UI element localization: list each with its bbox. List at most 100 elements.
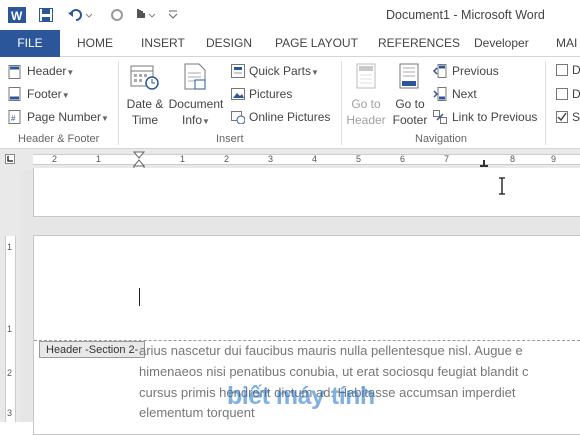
header-button[interactable]: Header▼ <box>27 64 74 78</box>
document-info-label-1: Document <box>168 97 224 111</box>
chevron-down-icon: ▼ <box>202 117 210 126</box>
group-divider <box>545 61 546 145</box>
chevron-down-icon: ▼ <box>311 68 319 77</box>
tab-developer[interactable]: Developer <box>474 30 529 57</box>
ruler-number: 2 <box>52 154 58 164</box>
vruler-number: 1 <box>7 242 13 252</box>
go-to-header-icon[interactable] <box>356 63 378 91</box>
ribbon-tabs: FILE HOME INSERT DESIGN PAGE LAYOUT REFE… <box>0 30 580 57</box>
online-pictures-icon <box>231 110 245 124</box>
page-number-label: Page Number <box>27 110 102 124</box>
group-divider <box>341 61 342 145</box>
option-label-1: D <box>572 63 580 77</box>
ruler-number: 1 <box>96 154 102 164</box>
page-number-icon: # <box>8 110 22 124</box>
go-to-footer-icon[interactable] <box>399 63 421 91</box>
right-tab-marker-icon[interactable] <box>479 159 489 167</box>
document-info-button[interactable]: Document Info▼ <box>168 97 224 127</box>
undo-icon[interactable] <box>68 8 92 22</box>
date-time-button[interactable]: Date & Time <box>125 97 165 127</box>
quick-parts-icon <box>231 64 245 78</box>
group-label-header-footer: Header & Footer <box>18 133 100 145</box>
svg-text:#: # <box>11 114 16 123</box>
chevron-down-icon: ▼ <box>66 68 75 77</box>
tab-insert[interactable]: INSERT <box>141 30 185 57</box>
body-text-line: himenaeos nisi penatibus conubia, ut era… <box>139 364 529 379</box>
touch-mode-icon[interactable] <box>133 7 157 23</box>
chevron-down-icon: ▼ <box>101 114 109 123</box>
ruler-number: 7 <box>444 154 450 164</box>
go-to-header-button[interactable]: Go to Header <box>345 97 387 127</box>
vruler-number: 2 <box>7 368 13 378</box>
tab-selector-icon[interactable] <box>5 154 15 164</box>
ribbon: Header▼ Footer▼ # Page Number▼ Header & … <box>0 57 580 149</box>
option-label-3: S <box>572 110 580 124</box>
word-logo-icon[interactable]: W <box>8 7 26 23</box>
header-icon <box>8 65 22 79</box>
ruler-number: 9 <box>551 154 557 164</box>
group-label-navigation: Navigation <box>415 133 467 145</box>
date-time-label-2: Time <box>131 113 159 127</box>
quick-parts-label: Quick Parts <box>249 64 312 78</box>
go-to-header-label-1: Go to <box>351 97 381 111</box>
tab-design[interactable]: DESIGN <box>206 30 252 57</box>
document-info-icon[interactable] <box>183 63 209 91</box>
ruler-number: 8 <box>510 154 516 164</box>
chevron-down-icon: ▼ <box>61 91 70 100</box>
go-to-footer-button[interactable]: Go to Footer <box>389 97 431 127</box>
next-button[interactable]: Next <box>452 87 477 101</box>
footer-button[interactable]: Footer▼ <box>27 87 70 101</box>
date-time-label-1: Date & <box>126 97 164 111</box>
previous-icon <box>433 64 447 78</box>
tab-page-layout[interactable]: PAGE LAYOUT <box>275 30 358 57</box>
save-icon[interactable] <box>39 8 53 22</box>
svg-text:W: W <box>11 9 23 23</box>
go-to-footer-label-2: Footer <box>392 113 428 127</box>
footer-label: Footer <box>27 87 62 101</box>
document-info-label-2: Info <box>182 113 203 127</box>
title-bar: W Document1 - Microsoft Word <box>0 0 580 30</box>
ruler-number: 5 <box>356 154 362 164</box>
ibeam-cursor-icon <box>497 177 507 195</box>
pictures-button[interactable]: Pictures <box>249 87 292 101</box>
header-section-tag: Header -Section 2- <box>39 341 146 358</box>
pictures-icon <box>231 87 245 101</box>
vruler-number: 3 <box>7 408 13 418</box>
ruler-number: 6 <box>400 154 406 164</box>
redo-icon[interactable] <box>110 8 124 22</box>
watermark-logo: biết máy tính <box>227 382 375 410</box>
header-label: Header <box>27 64 67 78</box>
vruler-number: 1 <box>7 324 13 334</box>
vertical-ruler-scale: 1 1 2 3 <box>5 236 16 422</box>
checkmark-icon <box>557 112 567 122</box>
tab-references[interactable]: REFERENCES <box>378 30 460 57</box>
customize-icon[interactable] <box>168 9 178 21</box>
ruler-number: 2 <box>224 154 230 164</box>
window-title: Document1 - Microsoft Word <box>386 8 545 22</box>
quick-parts-button[interactable]: Quick Parts▼ <box>249 64 319 78</box>
previous-button[interactable]: Previous <box>452 64 499 78</box>
link-to-previous-icon <box>433 110 447 124</box>
option-checkbox-1[interactable] <box>556 64 568 76</box>
tab-file[interactable]: FILE <box>0 30 60 57</box>
next-icon <box>433 87 447 101</box>
option-checkbox-2[interactable] <box>556 88 568 100</box>
group-divider <box>118 61 119 145</box>
tab-home[interactable]: HOME <box>77 30 113 57</box>
go-to-header-label-2: Header <box>346 113 386 127</box>
ruler-number: 4 <box>312 154 318 164</box>
go-to-footer-label-1: Go to <box>395 97 425 111</box>
body-text-line: arius nascetur dui faucibus mauris nulla… <box>139 343 523 358</box>
tab-mailings[interactable]: MAI <box>556 30 577 57</box>
link-to-previous-button[interactable]: Link to Previous <box>452 110 537 124</box>
ruler-scale: 2 1 1 2 3 4 5 6 7 8 9 <box>33 154 580 165</box>
ruler-number: 3 <box>268 154 274 164</box>
option-label-2: D <box>572 87 580 101</box>
date-time-icon[interactable] <box>130 63 160 91</box>
page-number-button[interactable]: Page Number▼ <box>27 110 109 124</box>
ruler-number: 1 <box>180 154 186 164</box>
online-pictures-button[interactable]: Online Pictures <box>249 110 330 124</box>
text-cursor <box>139 288 140 306</box>
group-label-insert: Insert <box>216 133 244 145</box>
option-checkbox-3[interactable] <box>556 111 568 123</box>
